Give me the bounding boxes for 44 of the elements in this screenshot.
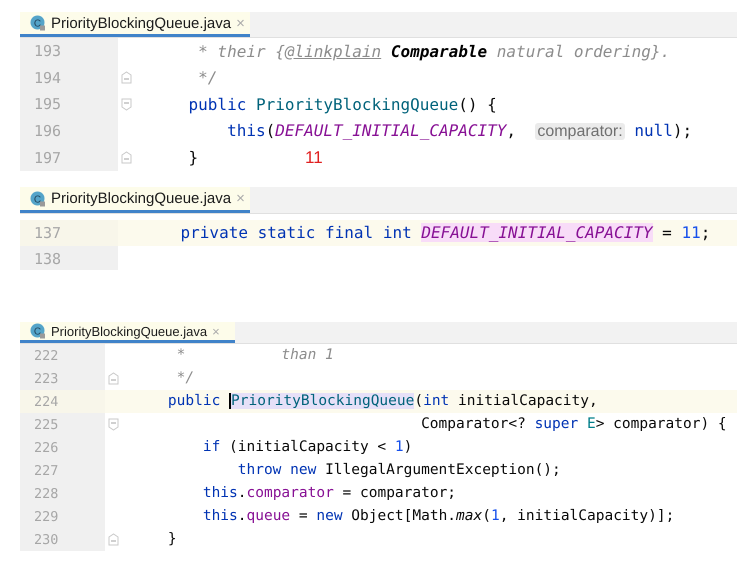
class-file-icon: C	[30, 15, 46, 31]
code-line: }	[188, 148, 198, 168]
line-number: 222	[34, 348, 58, 364]
fold-icon[interactable]	[108, 533, 119, 546]
line-number: 224	[34, 394, 58, 410]
code-line: this.comparator = comparator;	[202, 484, 456, 502]
class-file-icon: C	[30, 323, 46, 339]
line-number: 137	[34, 224, 62, 242]
line-number: 226	[34, 440, 58, 456]
code-line: public PriorityBlockingQueue(int initialCapacity,	[166, 392, 598, 410]
code-line: this(DEFAULT_INITIAL_CAPACITY, comparator: null);	[226, 120, 692, 142]
line-number: 193	[34, 42, 62, 60]
fold-icon[interactable]	[121, 151, 132, 164]
line-number: 194	[34, 68, 62, 87]
line-number: 223	[34, 370, 58, 386]
code-line: if (initialCapacity < 1)	[202, 438, 412, 456]
code-line: public PriorityBlockingQueue() {	[188, 94, 497, 114]
editor-tab[interactable]: C PriorityBlockingQueue.java ×	[20, 322, 235, 343]
fold-icon[interactable]	[121, 98, 132, 111]
line-number: 196	[34, 122, 62, 140]
code-line: */	[197, 68, 218, 88]
code-line: * their {@linkplain Comparable natural ordering}.	[197, 42, 670, 61]
editor-tab[interactable]: C PriorityBlockingQueue.java ×	[20, 12, 250, 37]
annotation-text: 11	[305, 148, 323, 168]
code-line: private static final int DEFAULT_INITIAL_CAPACITY = 11;	[180, 223, 710, 243]
code-line: Comparator<? super E> comparator) {	[420, 416, 727, 434]
class-file-icon: C	[30, 190, 46, 206]
line-number: 197	[34, 148, 62, 167]
line-number: 229	[34, 508, 58, 524]
fold-icon[interactable]	[121, 71, 132, 84]
code-line: * than 1	[176, 346, 334, 364]
line-number: 195	[34, 95, 62, 114]
code-line: */	[176, 370, 194, 388]
line-number: 230	[34, 532, 58, 548]
line-number: 228	[34, 486, 58, 502]
fold-icon[interactable]	[108, 418, 119, 431]
line-number: 225	[34, 416, 58, 432]
line-number: 227	[34, 462, 58, 478]
code-line: throw new IllegalArgumentException();	[236, 462, 561, 480]
fold-icon[interactable]	[108, 372, 119, 385]
line-number: 138	[34, 250, 62, 268]
editor-tab[interactable]: C PriorityBlockingQueue.java ×	[20, 187, 250, 213]
code-line: }	[166, 530, 177, 548]
code-line: this.queue = new Object[Math.max(1, initialCapacity)];	[202, 508, 674, 526]
